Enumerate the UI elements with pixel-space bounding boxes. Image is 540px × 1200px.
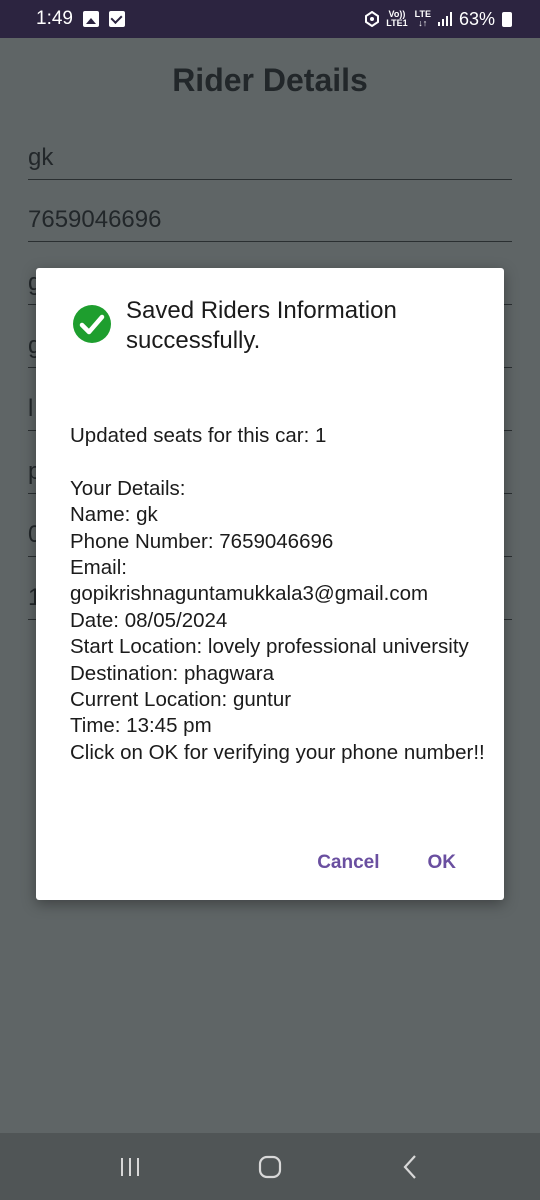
detail-time: Time: 13:45 pm [70,714,212,738]
page-title: Rider Details [172,62,368,98]
detail-email-label: Email: [70,556,127,580]
success-dialog: Saved Riders Information successfully. U… [36,268,504,900]
success-check-icon [73,305,111,343]
back-icon [403,1154,416,1179]
home-button[interactable] [250,1147,290,1187]
dialog-title: Saved Riders Information successfully. [126,297,397,354]
your-details-heading: Your Details: [70,476,186,500]
detail-current-location: Current Location: guntur [70,688,292,712]
cancel-button[interactable]: Cancel [317,852,379,874]
battery-icon [502,11,512,27]
lte-icon: LTE ↓↑ [414,9,431,28]
detail-phone: Phone Number: 7659046696 [70,529,334,553]
status-time: 1:49 [36,8,73,29]
battery-percent: 63% [458,8,495,29]
navigation-bar [0,1133,540,1200]
signal-icon [437,12,452,26]
detail-start-location: Start Location: lovely professional univ… [70,635,469,659]
detail-email-value: gopikrishnaguntamukkala3@gmail.com [70,582,429,606]
dialog-actions: Cancel OK [317,852,456,874]
status-bar: 1:49 Vo)) LTE1 LTE ↓↑ 63% [0,0,540,38]
gallery-notification-icon [82,11,99,27]
recents-icon [121,1157,139,1176]
data-saver-icon [365,11,380,27]
home-icon [258,1155,282,1178]
ok-button[interactable]: OK [428,852,457,874]
dialog-message: Updated seats for this car: 1 Your Detai… [70,423,490,766]
recents-button[interactable] [110,1147,150,1187]
phone-field[interactable]: 7659046696 [28,202,512,242]
updated-seats-text: Updated seats for this car: 1 [70,424,327,447]
verify-instruction: Click on OK for verifying your phone num… [70,740,485,764]
volte-icon: Vo)) LTE1 [386,9,408,28]
detail-date: Date: 08/05/2024 [70,608,228,632]
dialog-header: Saved Riders Information successfully. [72,296,446,356]
name-field[interactable]: gk [28,140,512,180]
detail-destination: Destination: phagwara [70,661,274,685]
detail-name: Name: gk [70,503,158,527]
check-notification-icon [108,11,125,27]
back-button[interactable] [390,1147,430,1187]
